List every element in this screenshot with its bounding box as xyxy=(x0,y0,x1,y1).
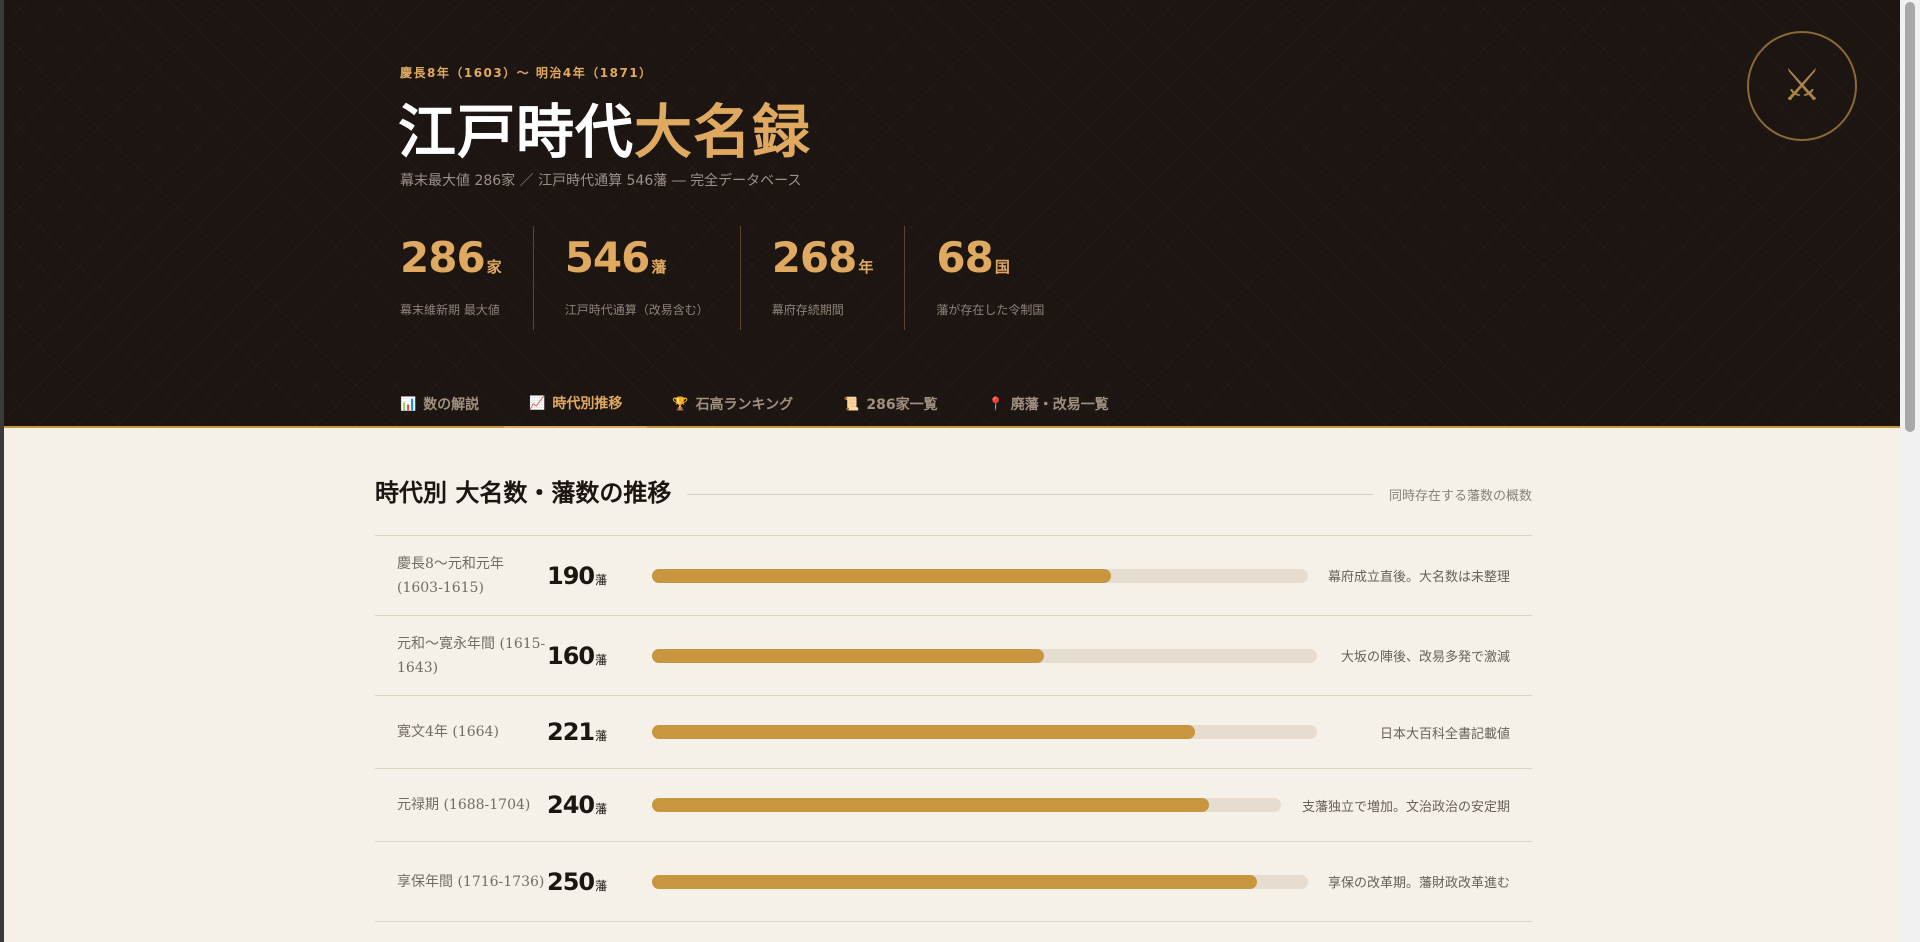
stat-label: 幕府存続期間 xyxy=(771,303,844,317)
stat-provinces: 68 国 藩が存在した令制国 xyxy=(936,226,1075,330)
tab-explanation[interactable]: 📊 数の解説 xyxy=(375,380,504,428)
line-chart-icon: 📈 xyxy=(529,395,546,411)
row-note: 大坂の陣後、改易多発で激減 xyxy=(1340,650,1510,665)
han-unit: 藩 xyxy=(595,652,608,667)
table-row: 元禄期 (1688-1704) 240 藩 支藩独立で増加。文治政治の安定期 xyxy=(375,769,1532,842)
page-title: 江戸時代大名録 xyxy=(398,96,811,168)
page-subtitle: 幕末最大値 286家 ／ 江戸時代通算 546藩 ― 完全データベース xyxy=(400,173,802,189)
progress-fill xyxy=(652,648,1045,663)
stat-unit: 国 xyxy=(994,258,1010,276)
row-note: 幕府成立直後。大名数は未整理 xyxy=(1327,570,1510,585)
progress-track xyxy=(652,874,1308,889)
period-label: 慶長8年（1603）〜 明治4年（1871） xyxy=(400,66,653,80)
progress-track xyxy=(652,648,1317,663)
stat-label: 幕末維新期 最大値 xyxy=(400,303,500,317)
row-note: 享保の改革期。藩財政改革進む xyxy=(1327,876,1510,891)
progress-fill xyxy=(652,725,1195,739)
table-row: 元和〜寛永年間 (1615-1643) 160 藩 大坂の陣後、改易多発で激減 xyxy=(375,616,1532,696)
tab-label: 時代別推移 xyxy=(552,396,623,412)
han-count: 160 xyxy=(547,641,595,670)
stat-value: 286 xyxy=(400,233,486,282)
stat-value: 268 xyxy=(771,233,858,282)
progress-track xyxy=(652,568,1308,583)
tab-label: 286家一覧 xyxy=(866,397,938,413)
section-divider xyxy=(687,493,1373,495)
tab-abolished-list[interactable]: 📍 廃藩・改易一覧 xyxy=(963,380,1134,428)
section-header: 時代別 大名数・藩数の推移 同時存在する藩数の概数 xyxy=(375,470,1532,510)
progress-fill xyxy=(652,874,1257,889)
trophy-icon: 🏆 xyxy=(672,396,689,412)
section-note: 同時存在する藩数の概数 xyxy=(1388,488,1532,504)
hero-header: 慶長8年（1603）〜 明治4年（1871） 江戸時代大名録 幕末最大値 286… xyxy=(0,0,1900,428)
era-label: 元禄期 (1688-1704) xyxy=(397,797,531,813)
bar-chart-icon: 📊 xyxy=(400,396,417,412)
tab-label: 廃藩・改易一覧 xyxy=(1010,397,1109,413)
stat-unit: 藩 xyxy=(651,258,667,276)
stat-max-daimyo: 286 家 幕末維新期 最大値 xyxy=(400,226,534,330)
stat-label: 江戸時代通算（改易含む） xyxy=(564,303,709,317)
tab-label: 数の解説 xyxy=(423,397,480,413)
han-unit: 藩 xyxy=(595,572,608,587)
pin-icon: 📍 xyxy=(987,396,1004,412)
han-unit: 藩 xyxy=(595,729,608,743)
section-title: 時代別 大名数・藩数の推移 xyxy=(375,477,672,507)
han-unit: 藩 xyxy=(595,802,608,816)
row-note: 支藩独立で増加。文治政治の安定期 xyxy=(1301,799,1510,815)
title-accent: 大名録 xyxy=(634,98,812,166)
tab-kokudaka-ranking[interactable]: 🏆 石高ランキング xyxy=(647,380,818,428)
stat-total-han: 546 藩 江戸時代通算（改易含む） xyxy=(565,226,741,330)
row-note: 日本大百科全書記載値 xyxy=(1379,726,1510,742)
vertical-scrollbar[interactable] xyxy=(1900,0,1920,942)
era-table: 慶長8〜元和元年 (1603-1615) 190 藩 幕府成立直後。大名数は未整理… xyxy=(375,535,1532,922)
crossed-swords-icon: ⚔ xyxy=(1747,31,1857,141)
era-label: 慶長8〜元和元年 (1603-1615) xyxy=(397,555,504,596)
era-label: 寛文4年 (1664) xyxy=(397,724,499,740)
stat-unit: 年 xyxy=(858,258,874,276)
table-row: 寛文4年 (1664) 221 藩 日本大百科全書記載値 xyxy=(375,696,1532,769)
progress-track xyxy=(652,798,1281,812)
tab-era-trend[interactable]: 📈 時代別推移 xyxy=(504,380,648,428)
stats-row: 286 家 幕末維新期 最大値 546 藩 江戸時代通算（改易含む） 268 年 幕府… xyxy=(400,226,1106,330)
title-main: 江戸時代 xyxy=(398,98,635,166)
era-label: 元和〜寛永年間 (1615-1643) xyxy=(397,635,546,676)
table-row: 享保年間 (1716-1736) 250 藩 享保の改革期。藩財政改革進む xyxy=(375,842,1532,922)
stat-shogunate-years: 268 年 幕府存続期間 xyxy=(772,226,906,330)
main-content: 時代別 大名数・藩数の推移 同時存在する藩数の概数 慶長8〜元和元年 (1603… xyxy=(375,470,1532,922)
stat-value: 68 xyxy=(936,233,993,282)
tab-bar: 📊 数の解説 📈 時代別推移 🏆 石高ランキング 📜 286家一覧 📍 廃藩・改易一覧 xyxy=(375,380,1134,428)
era-label: 享保年間 (1716-1736) xyxy=(397,873,545,890)
scroll-icon: 📜 xyxy=(843,396,860,412)
stat-value: 546 xyxy=(564,233,651,282)
table-row: 慶長8〜元和元年 (1603-1615) 190 藩 幕府成立直後。大名数は未整理 xyxy=(375,536,1532,616)
tab-286-list[interactable]: 📜 286家一覧 xyxy=(818,380,962,428)
progress-fill xyxy=(652,568,1112,583)
han-count: 221 xyxy=(547,718,595,746)
stat-label: 藩が存在した令制国 xyxy=(936,303,1045,317)
window-edge xyxy=(0,0,4,942)
scrollbar-thumb[interactable] xyxy=(1905,2,1915,432)
han-count: 190 xyxy=(547,561,595,590)
han-count: 240 xyxy=(547,791,595,819)
tab-label: 石高ランキング xyxy=(695,397,794,413)
progress-fill xyxy=(652,798,1210,812)
han-unit: 藩 xyxy=(595,878,608,893)
han-count: 250 xyxy=(547,867,595,896)
stat-unit: 家 xyxy=(486,258,502,276)
progress-track xyxy=(652,725,1317,739)
